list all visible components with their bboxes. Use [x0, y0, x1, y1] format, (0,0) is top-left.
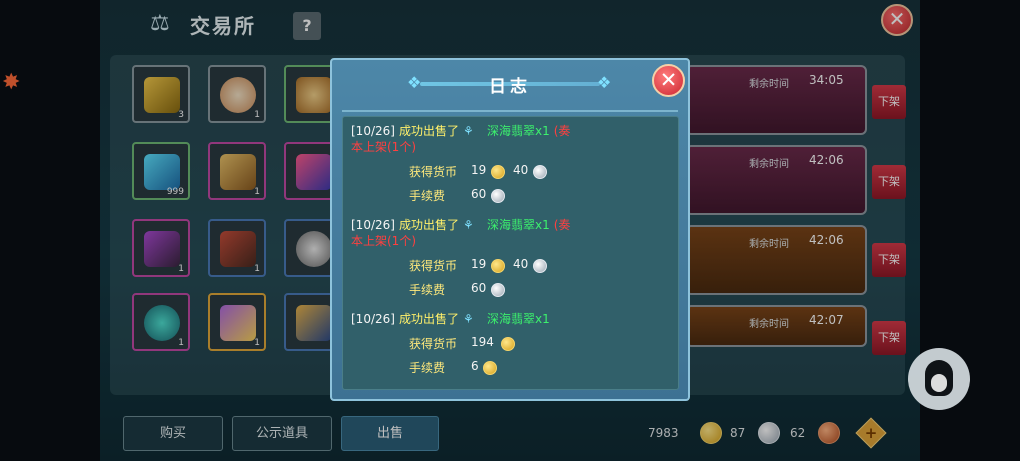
entry-date: [10/26]: [351, 218, 395, 232]
earn-gold: 194: [471, 335, 494, 349]
fee-label: 手续费: [409, 189, 446, 203]
fee-row: 手续费 60: [409, 281, 609, 301]
divider: [342, 110, 678, 112]
penguin-icon: [925, 360, 953, 396]
earn-silver: 40: [513, 257, 529, 271]
earn-label: 获得货币: [409, 259, 458, 273]
entry-sold-text: 成功出售了: [398, 218, 459, 232]
entry-header: [10/26] 成功出售了 ⚘ 深海翡翠x1 (奏 本上架(1个): [351, 217, 671, 249]
coral-icon: ⚘: [462, 312, 474, 326]
fee-value: 60: [471, 187, 487, 201]
earn-row: 获得货币 19 40: [409, 163, 609, 183]
entry-extra-line: 本上架(1个): [351, 140, 416, 154]
entry-item: 深海翡翠x1: [486, 218, 550, 232]
entry-item: 深海翡翠x1: [486, 124, 550, 138]
fee-label: 手续费: [409, 361, 446, 375]
silver-coin-icon: [533, 165, 547, 179]
entry-date: [10/26]: [351, 124, 395, 138]
entry-item: 深海翡翠x1: [486, 312, 550, 326]
earn-label: 获得货币: [409, 165, 458, 179]
coral-icon: ⚘: [462, 124, 474, 138]
fee-value: 6: [471, 359, 479, 373]
entry-header: [10/26] 成功出售了 ⚘ 深海翡翠x1 (奏 本上架(1个): [351, 123, 671, 155]
gold-coin-icon: [501, 337, 515, 351]
qq-floating-button[interactable]: [908, 348, 970, 410]
log-dialog: ❖ ❖ 日志 ✕ [10/26] 成功出售了 ⚘ 深海翡翠x1 (奏 本上架(1个) 获…: [330, 58, 690, 401]
fee-row: 手续费 60: [409, 187, 609, 207]
log-title-bar: ❖ ❖ 日志 ✕: [332, 60, 688, 108]
entry-date: [10/26]: [351, 312, 395, 326]
fee-label: 手续费: [409, 283, 446, 297]
earn-label: 获得货币: [409, 337, 458, 351]
coral-icon: ⚘: [462, 218, 474, 232]
earn-row: 获得货币 19 40: [409, 257, 609, 277]
log-close-button[interactable]: ✕: [652, 64, 685, 97]
entry-sold-text: 成功出售了: [398, 124, 459, 138]
log-list[interactable]: [10/26] 成功出售了 ⚘ 深海翡翠x1 (奏 本上架(1个) 获得货币 19 40…: [342, 116, 679, 390]
gold-coin-icon: [491, 259, 505, 273]
earn-gold: 19: [471, 257, 487, 271]
earn-silver: 40: [513, 163, 529, 177]
silver-coin-icon: [491, 189, 505, 203]
earn-row: 获得货币 194: [409, 335, 609, 355]
entry-extra: (奏: [553, 124, 571, 138]
gold-coin-icon: [483, 361, 497, 375]
silver-coin-icon: [533, 259, 547, 273]
entry-extra-line: 本上架(1个): [351, 234, 416, 248]
log-title: 日志: [489, 77, 531, 97]
earn-gold: 19: [471, 163, 487, 177]
fee-row: 手续费 6: [409, 359, 609, 379]
entry-extra: (奏: [553, 218, 571, 232]
silver-coin-icon: [491, 283, 505, 297]
fee-value: 60: [471, 281, 487, 295]
gold-coin-icon: [491, 165, 505, 179]
entry-sold-text: 成功出售了: [398, 312, 459, 326]
